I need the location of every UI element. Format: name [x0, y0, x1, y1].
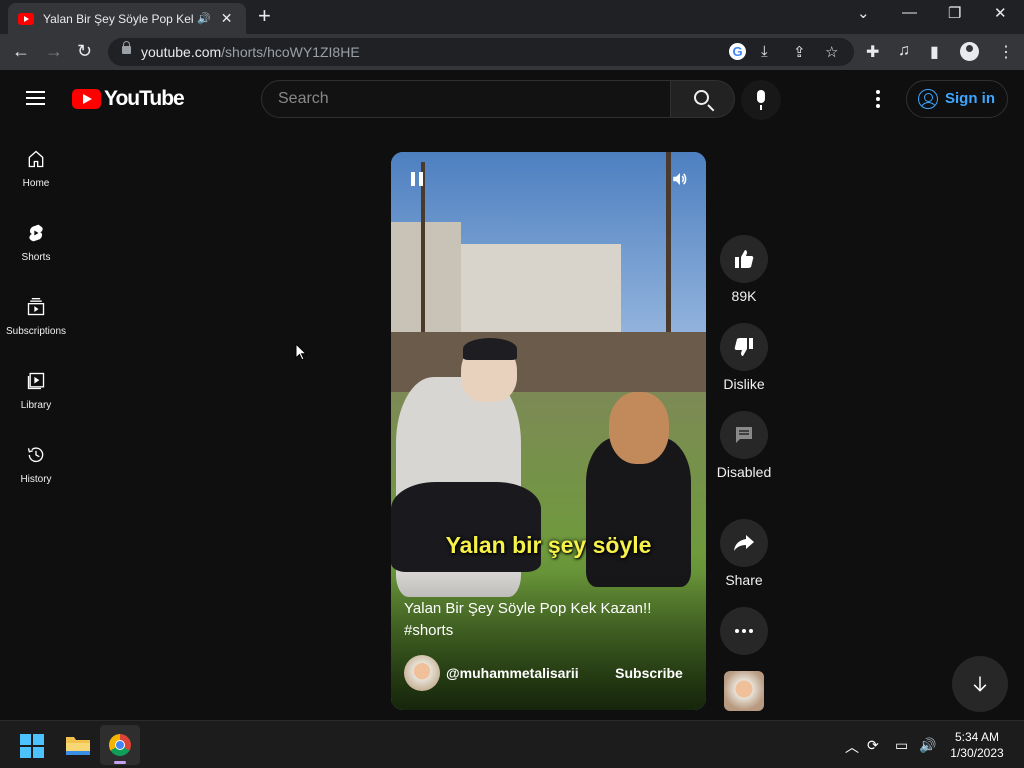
channel-avatar[interactable]: [404, 655, 440, 691]
dislike-button[interactable]: [720, 323, 768, 371]
chrome-icon: [109, 734, 131, 756]
sidebar-item-label: History: [20, 474, 52, 485]
microphone-icon: [757, 90, 765, 110]
arrow-down-icon: [973, 676, 987, 692]
minimize-icon[interactable]: —: [902, 4, 917, 21]
speaker-icon[interactable]: 🔊: [919, 737, 936, 754]
url-text[interactable]: youtube.com/shorts/hcoWY1ZI8HE: [141, 44, 360, 60]
sidebar-item-home[interactable]: Home: [0, 128, 72, 198]
reload-icon[interactable]: ↻: [77, 41, 92, 61]
comments-icon: [736, 427, 752, 443]
pause-icon[interactable]: [411, 172, 423, 186]
library-icon: [27, 372, 45, 390]
taskbar-clock[interactable]: 5:34 AM 1/30/2023: [944, 729, 1010, 761]
youtube-logo-icon[interactable]: [72, 89, 101, 109]
sidebar-item-library[interactable]: Library: [0, 350, 72, 420]
search-placeholder: Search: [278, 90, 329, 107]
volume-icon[interactable]: [670, 170, 690, 188]
share-page-icon[interactable]: ⇪: [793, 43, 806, 61]
like-count: 89K: [731, 288, 757, 304]
search-button[interactable]: [671, 80, 735, 118]
tab-search-chevron-icon[interactable]: ⌄: [857, 4, 870, 22]
tab-title: Yalan Bir Şey Söyle Pop Kek Kazan!! #sho…: [43, 11, 193, 26]
clock-time: 5:34 AM: [954, 730, 1000, 744]
sound-thumbnail[interactable]: [724, 671, 764, 711]
history-icon: [27, 447, 44, 463]
voice-search-button[interactable]: [741, 80, 781, 120]
account-circle-icon: [918, 89, 938, 109]
google-translate-icon[interactable]: G: [729, 43, 746, 60]
subscribe-button[interactable]: Subscribe: [604, 657, 694, 689]
tab-close-icon[interactable]: ✕: [221, 10, 233, 27]
sidebar-item-label: Shorts: [21, 252, 51, 263]
shorts-icon: [29, 224, 43, 242]
share-button[interactable]: [720, 519, 768, 567]
sign-in-button[interactable]: Sign in: [906, 80, 1008, 118]
hamburger-menu-icon[interactable]: [26, 91, 45, 105]
share-icon: [734, 535, 754, 551]
thumbs-down-icon: [734, 338, 753, 356]
sidebar-item-label: Library: [20, 400, 52, 411]
file-explorer-icon[interactable]: [65, 734, 91, 756]
extensions-puzzle-icon[interactable]: ✚: [866, 42, 879, 62]
windows-taskbar: ︿ ⟳ ▭ 🔊 5:34 AM 1/30/2023: [0, 720, 1024, 768]
home-icon: [28, 150, 44, 168]
sidebar-item-shorts[interactable]: Shorts: [0, 202, 72, 272]
media-control-icon[interactable]: ♫: [898, 42, 910, 60]
network-icon[interactable]: ▭: [895, 737, 908, 754]
youtube-header: YouTube Search Sign in: [0, 70, 1024, 128]
youtube-wordmark[interactable]: YouTube: [104, 87, 185, 111]
settings-kebab-icon[interactable]: [876, 90, 880, 108]
search-input[interactable]: Search: [261, 80, 671, 118]
more-actions-button[interactable]: [720, 607, 768, 655]
back-arrow-icon[interactable]: ←: [12, 41, 30, 61]
address-bar[interactable]: youtube.com/shorts/hcoWY1ZI8HE G ⤓ ⇪ ☆: [108, 38, 854, 66]
short-title[interactable]: Yalan Bir Şey Söyle Pop Kek Kazan!! #sho…: [404, 598, 694, 642]
clock-date: 1/30/2023: [950, 746, 1004, 760]
browser-menu-icon[interactable]: ⋮: [998, 42, 1014, 62]
channel-name[interactable]: @muhammetalisarii: [446, 665, 579, 681]
close-window-icon[interactable]: ✕: [994, 4, 1007, 22]
sidebar-item-label: Home: [22, 178, 50, 189]
share-label: Share: [725, 572, 763, 588]
tray-overflow-chevron-icon[interactable]: ︿: [845, 737, 859, 757]
search-icon: [694, 90, 709, 105]
more-horizontal-icon: [735, 629, 753, 633]
forward-arrow-icon[interactable]: →: [45, 41, 63, 61]
browser-tab-bar: Yalan Bir Şey Söyle Pop Kek Kazan!! #sho…: [0, 0, 1024, 34]
sidebar-item-subscriptions[interactable]: Subscriptions: [0, 276, 72, 346]
video-person-hair: [609, 392, 669, 464]
browser-toolbar: ← → ↻ youtube.com/shorts/hcoWY1ZI8HE G ⤓…: [0, 34, 1024, 70]
next-short-button[interactable]: [952, 656, 1008, 712]
subscriptions-icon: [27, 298, 45, 316]
new-tab-icon[interactable]: +: [258, 5, 271, 27]
side-panel-icon[interactable]: ▮: [930, 42, 939, 62]
comments-disabled-label: Disabled: [716, 464, 772, 480]
chrome-taskbar-button[interactable]: [100, 725, 140, 765]
video-person-beanie: [463, 338, 517, 360]
like-button[interactable]: [720, 235, 768, 283]
tab-audio-icon[interactable]: 🔊: [197, 12, 211, 25]
comments-button[interactable]: [720, 411, 768, 459]
sidebar-item-label: Subscriptions: [5, 326, 67, 337]
mouse-cursor-icon: [295, 343, 307, 361]
thumbs-up-icon: [735, 250, 754, 268]
sync-status-icon[interactable]: ⟳: [867, 737, 879, 754]
profile-avatar-icon[interactable]: [960, 42, 979, 61]
sign-in-label: Sign in: [945, 90, 995, 107]
lock-icon[interactable]: [122, 41, 131, 54]
sidebar-item-history[interactable]: History: [0, 424, 72, 494]
windows-start-icon[interactable]: [20, 734, 44, 758]
video-caption: Yalan bir şey söyle: [445, 532, 652, 558]
restore-icon[interactable]: ❐: [948, 4, 961, 22]
browser-tab[interactable]: Yalan Bir Şey Söyle Pop Kek Kazan!! #sho…: [8, 3, 246, 34]
bookmark-star-icon[interactable]: ☆: [825, 43, 838, 61]
screen: Yalan Bir Şey Söyle Pop Kek Kazan!! #sho…: [0, 0, 1024, 768]
dislike-label: Dislike: [723, 376, 765, 392]
short-video-player[interactable]: Yalan bir şey söyle Yalan Bir Şey Söyle …: [391, 152, 706, 710]
install-app-icon[interactable]: ⤓: [761, 43, 768, 60]
active-app-indicator: [114, 761, 126, 764]
youtube-favicon-icon: [18, 12, 34, 25]
